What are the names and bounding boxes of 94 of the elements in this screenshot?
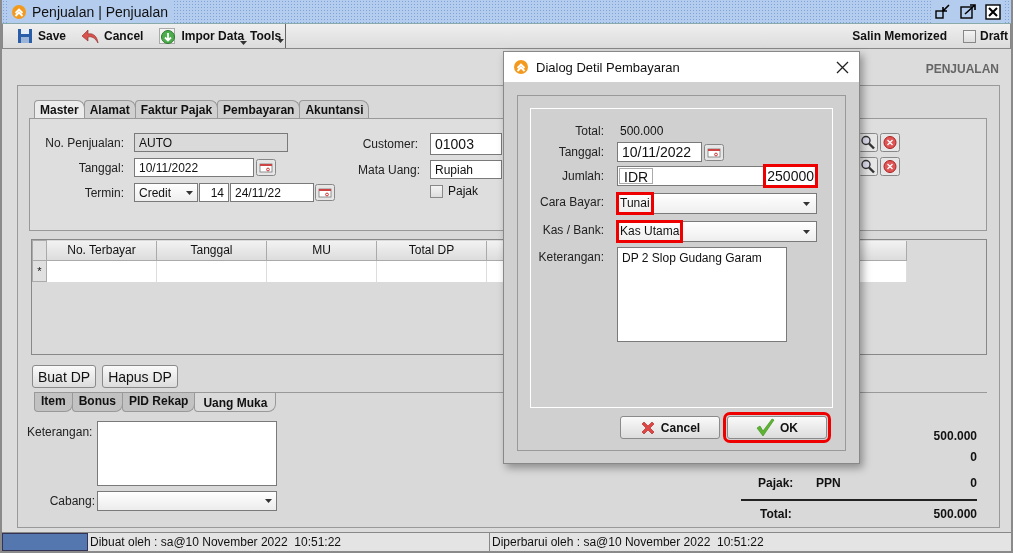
tab[interactable]: Akuntansi [299, 100, 370, 118]
selected-value: Kas Utama [618, 222, 682, 241]
caret-icon [803, 201, 810, 206]
draft-label: Draft [980, 29, 1008, 43]
new-row-marker: * [32, 260, 47, 282]
column-header: Total DP [376, 240, 487, 261]
logo-icon [12, 4, 26, 19]
maximize-icon[interactable] [960, 3, 976, 20]
calendar-icon[interactable] [315, 184, 335, 201]
column-header: MU [266, 240, 377, 261]
date-field[interactable]: 10/11/2022 [617, 142, 702, 162]
days-field[interactable]: 14 [199, 183, 229, 202]
pajak-label: Pajak [448, 184, 479, 198]
selected-value: Tunai [618, 194, 652, 213]
restore-icon[interactable] [935, 3, 951, 20]
search-icon[interactable] [858, 133, 878, 152]
tab[interactable]: Alamat [83, 100, 136, 118]
field-label: Cara Bayar: [538, 195, 604, 209]
branch-dropdown[interactable] [97, 491, 277, 511]
cancel-button[interactable]: Cancel [620, 416, 720, 439]
termin-dropdown[interactable]: Credit [134, 183, 198, 202]
amount-value: 0 [970, 449, 977, 464]
import-icon[interactable] [159, 27, 177, 45]
toolbar-button[interactable]: Cancel [82, 28, 144, 44]
customer-field[interactable]: 01003 [430, 133, 502, 155]
amount-value: 0 [970, 475, 977, 490]
caret-icon [277, 39, 285, 43]
field-label: Tanggal: [77, 160, 124, 175]
notes-field[interactable] [97, 421, 277, 486]
currency-label: IDR [619, 168, 654, 184]
window-title: Penjualan | Penjualan [32, 3, 168, 20]
field-label: Kas / Bank: [541, 223, 604, 237]
close-icon[interactable] [836, 60, 849, 74]
tab[interactable]: Pembayaran [217, 100, 301, 118]
currency-field[interactable]: Rupiah [430, 160, 502, 179]
payment-method-dropdown[interactable]: Tunai [617, 193, 817, 214]
memorized-button[interactable]: Salin Memorized [852, 29, 947, 43]
logo-icon [514, 60, 528, 74]
toolbar-button[interactable]: Impor Data [159, 27, 245, 45]
dp-button[interactable]: Buat DP [32, 365, 97, 388]
notes-field[interactable]: DP 2 Slop Gudang Garam [617, 247, 787, 342]
caret-icon [186, 190, 193, 195]
caret-icon [265, 499, 272, 503]
account-dropdown[interactable]: Kas Utama [617, 221, 817, 242]
field-label: Total: [574, 124, 604, 138]
tax-name: PPN [816, 475, 841, 490]
clear-icon[interactable] [880, 157, 900, 176]
save-icon[interactable] [17, 28, 33, 44]
tab[interactable]: Faktur Pajak [134, 100, 219, 118]
field-label: Keterangan: [27, 425, 94, 441]
dp-button[interactable]: Hapus DP [102, 365, 178, 388]
total-value: 500.000 [933, 507, 977, 521]
status-text: Diperbarui oleh : sa@10 November 2022 10:51:22 [491, 534, 765, 551]
tax-label: Pajak: [758, 475, 795, 490]
field-label: Keterangan: [537, 250, 604, 264]
dialog-title: Dialog Detil Pembayaran [536, 59, 680, 75]
date-field[interactable]: 10/11/2022 [134, 158, 254, 177]
tab[interactable]: Master [34, 100, 85, 119]
calendar-icon[interactable] [256, 159, 276, 176]
caret-icon [240, 40, 248, 45]
cancel-x-icon [639, 419, 656, 436]
amount-value: 250000 [765, 166, 816, 186]
tab[interactable]: Uang Muka [194, 393, 277, 412]
amount-value: 500.000 [933, 428, 977, 443]
toolbar-button[interactable]: Tools [250, 29, 282, 43]
column-header: Tanggal [156, 240, 267, 261]
tab[interactable]: PID Rekap [122, 393, 196, 412]
clear-icon[interactable] [880, 133, 900, 152]
field-label: Tanggal: [557, 145, 604, 159]
date-field[interactable]: 24/11/22 [230, 183, 314, 202]
caret-icon [803, 229, 810, 234]
total-label: Total: [760, 507, 792, 521]
field-label: Customer: [361, 137, 418, 151]
undo-arrow-icon[interactable] [82, 28, 100, 44]
search-icon[interactable] [858, 157, 878, 176]
toolbar-button[interactable]: Save [17, 28, 67, 44]
text-field[interactable]: AUTO [134, 133, 288, 152]
checkbox[interactable] [430, 184, 443, 198]
amount-field[interactable]: IDR 250000 [617, 166, 817, 186]
field-label: Jumlah: [560, 169, 604, 183]
checkmark-icon [756, 418, 775, 437]
calendar-icon[interactable] [704, 143, 724, 161]
total-value: 500.000 [619, 124, 665, 138]
column-header: No. Terbayar [46, 240, 157, 261]
checkbox[interactable] [963, 29, 976, 43]
field-label: Termin: [83, 185, 124, 200]
close-icon[interactable] [985, 3, 1001, 20]
field-label: No. Penjualan: [44, 135, 124, 150]
field-label: Cabang: [48, 494, 95, 508]
form-heading: PENJUALAN [925, 62, 999, 76]
field-label: Mata Uang: [358, 162, 418, 177]
tab[interactable]: Item [34, 393, 73, 412]
status-text: Dibuat oleh : sa@10 November 2022 10:51:22 [88, 533, 490, 551]
tab[interactable]: Bonus [71, 393, 124, 412]
